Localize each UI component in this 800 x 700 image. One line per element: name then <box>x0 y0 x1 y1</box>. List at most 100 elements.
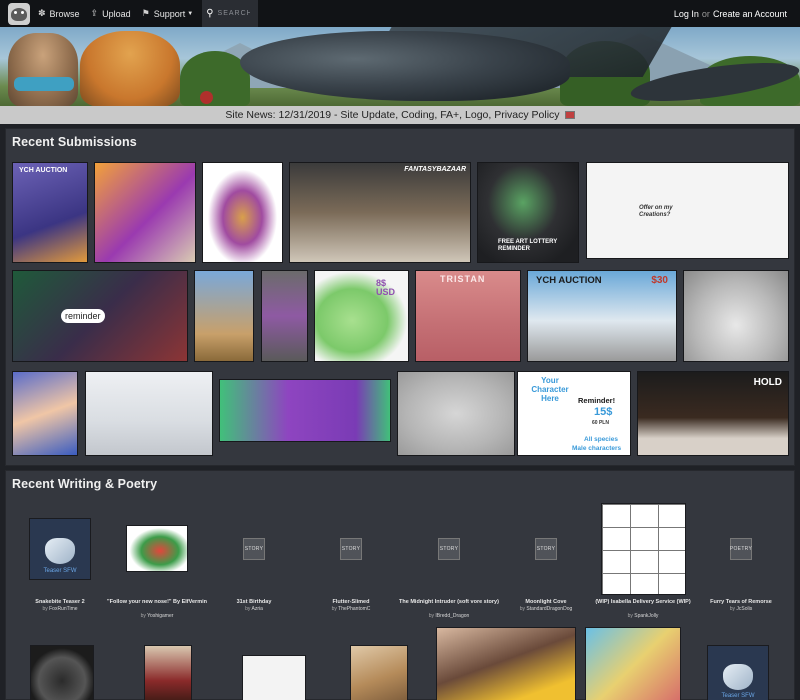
writing-byline: by ThePhantomC <box>331 606 371 612</box>
or-text: or <box>701 8 710 19</box>
writing-byline: by Azria <box>245 606 263 612</box>
auth-links: Log In or Create an Account <box>674 0 787 27</box>
writing-title[interactable]: Furry Tears of Remorse <box>686 599 796 606</box>
thumb-label: 15$ <box>594 406 613 418</box>
thumb-label: reminder <box>61 309 105 323</box>
submission-thumbnail[interactable] <box>94 162 196 263</box>
top-navigation: ✽ Browse ⇪ Upload ⚑ Support ▼ ⚲ Log In o… <box>0 0 800 27</box>
wolf-logo-icon <box>45 538 75 564</box>
writing-author[interactable]: StandardDragonDog <box>526 606 572 612</box>
writing-thumbnail[interactable]: POETRY <box>730 538 752 560</box>
writing-byline: by Yoshigamer <box>140 613 174 619</box>
submission-thumbnail[interactable]: FANTASYBAZAAR <box>289 162 471 263</box>
submission-thumbnail[interactable] <box>12 371 78 456</box>
upload-link[interactable]: ⇪ Upload <box>91 8 131 19</box>
submission-thumbnail[interactable]: 8$ USD <box>314 270 409 362</box>
writing-thumbnail[interactable] <box>30 645 94 700</box>
browse-label: Browse <box>49 8 80 19</box>
upload-label: Upload <box>102 8 131 19</box>
writing-title[interactable]: The Midnight Intruder (soft vore story) <box>394 599 504 606</box>
paw-icon: ✽ <box>38 8 46 18</box>
section-title: Recent Submissions <box>12 135 137 149</box>
site-news-bar[interactable]: Site News: 12/31/2019 - Site Update, Cod… <box>0 106 800 124</box>
writing-title[interactable]: 31st Birthday <box>199 599 309 606</box>
writing-thumbnail[interactable] <box>242 655 306 700</box>
writing-thumbnail[interactable] <box>126 525 188 572</box>
thumb-label: Teaser SFW <box>721 693 755 699</box>
writing-author[interactable]: Azria <box>252 606 263 612</box>
writing-title[interactable]: (WIP) Isabella Delivery Service (WIP) <box>588 599 698 606</box>
news-flag-icon <box>564 111 575 119</box>
thumb-label: 8$ USD <box>376 278 396 297</box>
thumb-label: FREE ART LOTTERY REMINDER <box>498 239 558 252</box>
browse-link[interactable]: ✽ Browse <box>38 8 80 19</box>
writing-author[interactable]: SpankJolly <box>634 613 658 619</box>
submission-thumbnail[interactable]: reminder <box>12 270 188 362</box>
search-icon[interactable]: ⚲ <box>206 8 213 19</box>
site-banner <box>0 27 800 106</box>
writing-title[interactable]: Flutter-Slimed <box>296 599 406 606</box>
submission-thumbnail[interactable] <box>219 379 391 442</box>
thumb-label: Male characters <box>572 445 622 452</box>
submission-thumbnail[interactable]: Your Character Here Reminder! 15$ 60 PLN… <box>517 371 631 456</box>
support-icon: ⚑ <box>141 8 150 18</box>
writing-thumbnail[interactable] <box>436 627 576 700</box>
thumb-label: 60 PLN <box>592 420 609 426</box>
writing-thumbnail[interactable] <box>350 645 408 700</box>
search-input[interactable] <box>217 10 250 17</box>
writing-author[interactable]: JcSolis <box>736 606 752 612</box>
submission-thumbnail[interactable]: Offer on my Creations? <box>586 162 789 259</box>
writing-thumbnail[interactable]: STORY <box>438 538 460 560</box>
submission-thumbnail[interactable]: HOLD <box>637 371 789 456</box>
writing-thumbnail[interactable]: STORY <box>243 538 265 560</box>
site-news-text: Site News: 12/31/2019 - Site Update, Cod… <box>225 109 560 121</box>
writing-thumbnail[interactable]: STORY <box>340 538 362 560</box>
writing-title[interactable]: Moonlight Cove <box>491 599 601 606</box>
submission-thumbnail[interactable] <box>683 270 789 362</box>
submission-thumbnail[interactable]: FREE ART LOTTERY REMINDER <box>477 162 579 263</box>
writing-thumbnail[interactable]: STORY <box>535 538 557 560</box>
thumb-label: Offer on my Creations? <box>639 205 673 218</box>
writing-byline: by IBredd_Dragon <box>428 613 470 619</box>
writing-byline: by FoxRunTime <box>42 606 78 612</box>
submission-thumbnail[interactable] <box>397 371 515 456</box>
upload-icon: ⇪ <box>90 8 99 18</box>
submission-thumbnail[interactable]: YCH AUCTION $30 <box>527 270 677 362</box>
recent-writing-section: Recent Writing & Poetry Teaser SFW Snake… <box>5 470 795 700</box>
thumb-label: Teaser SFW <box>43 568 77 574</box>
submission-thumbnail[interactable]: TRISTAN <box>415 270 521 362</box>
writing-byline: by JcSolis <box>729 606 753 612</box>
submission-thumbnail[interactable] <box>261 270 308 362</box>
thumb-label: TRISTAN <box>440 274 486 284</box>
writing-thumbnail[interactable]: Teaser SFW <box>707 645 769 700</box>
writing-thumbnail[interactable] <box>585 627 681 700</box>
thumb-label: Your Character Here <box>531 376 569 403</box>
section-title: Recent Writing & Poetry <box>12 477 158 491</box>
thumb-label: YCH AUCTION <box>536 275 602 286</box>
thumb-label: FANTASYBAZAAR <box>404 166 466 173</box>
support-menu[interactable]: ⚑ Support ▼ <box>142 8 194 19</box>
submission-thumbnail[interactable] <box>202 162 283 263</box>
support-label: Support <box>153 8 186 19</box>
writing-thumbnail[interactable] <box>144 645 192 700</box>
writing-title[interactable]: "Follow your new nose!" By ElfVermin <box>102 599 212 606</box>
writing-thumbnail[interactable] <box>601 503 686 595</box>
site-logo[interactable] <box>8 2 30 25</box>
chevron-down-icon: ▼ <box>187 10 194 17</box>
submission-thumbnail[interactable]: YCH AUCTION <box>12 162 88 263</box>
recent-submissions-section: Recent Submissions YCH AUCTION FANTASYBA… <box>5 128 795 466</box>
submission-thumbnail[interactable] <box>194 270 254 362</box>
writing-author[interactable]: IBredd_Dragon <box>435 613 469 619</box>
wolf-logo-icon <box>723 664 753 690</box>
writing-byline: by StandardDragonDog <box>519 606 573 612</box>
writing-title[interactable]: Snakebite Teaser 2 <box>5 599 115 606</box>
create-account-link[interactable]: Create an Account <box>713 9 787 19</box>
writing-author[interactable]: Yoshigamer <box>147 613 173 619</box>
search-box: ⚲ <box>202 0 259 27</box>
thumb-label: HOLD <box>753 377 782 388</box>
writing-thumbnail[interactable]: Teaser SFW <box>29 518 91 580</box>
writing-author[interactable]: ThePhantomC <box>338 606 370 612</box>
login-link[interactable]: Log In <box>674 9 699 19</box>
writing-author[interactable]: FoxRunTime <box>49 606 77 612</box>
submission-thumbnail[interactable] <box>85 371 213 456</box>
